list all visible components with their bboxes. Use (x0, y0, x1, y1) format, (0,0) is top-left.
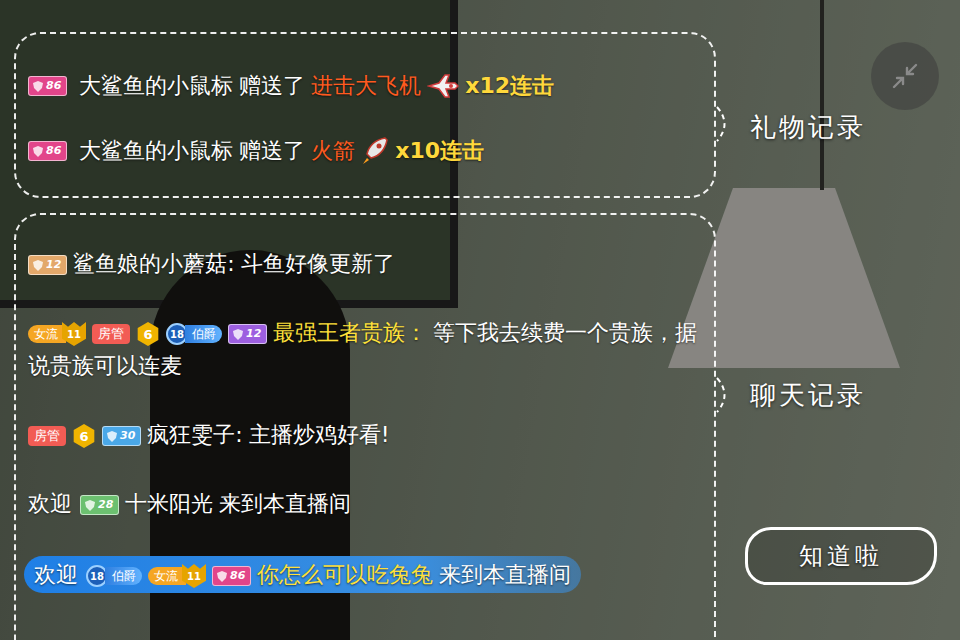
gift-name: 火箭 (311, 136, 355, 166)
pointer-chevron-icon (714, 104, 736, 144)
noble-badge: 18伯爵 (86, 565, 142, 587)
streamer-badge: 女流11 (148, 564, 206, 588)
pointer-chevron-icon (714, 375, 736, 415)
welcome-suffix: 来到本直播间 (219, 491, 351, 516)
noble-badge: 18伯爵 (166, 323, 222, 345)
welcome-prefix: 欢迎 (34, 562, 78, 587)
chat-user[interactable]: 最强王者贵族： (273, 320, 427, 345)
fan-shield-icon (233, 329, 243, 340)
gift-name: 进击大飞机 (311, 71, 421, 101)
chat-user[interactable]: 鲨鱼娘的小蘑菇: (73, 251, 234, 276)
room-admin-badge: 房管 (28, 426, 66, 446)
fan-shield-icon (217, 571, 227, 582)
chat-message: 女流11房管618伯爵12最强王者贵族：等下我去续费一个贵族，据说贵族可以连麦 (28, 316, 702, 382)
plane-icon (427, 73, 459, 99)
gift-verb: 赠送了 (239, 136, 305, 166)
collapse-button[interactable] (871, 42, 939, 110)
welcome-prefix: 欢迎 (28, 491, 72, 516)
gift-log-box: 86大鲨鱼的小鼠标赠送了进击大飞机x12连击86大鲨鱼的小鼠标赠送了火箭x10连… (14, 32, 716, 198)
chat-user[interactable]: 十米阳光 (125, 491, 213, 516)
fan-badge: 86 (28, 141, 67, 161)
chat-log-box: 12鲨鱼娘的小蘑菇:斗鱼好像更新了女流11房管618伯爵12最强王者贵族：等下我… (14, 213, 716, 640)
fan-badge: 86 (28, 76, 67, 96)
gift-record: 86 大鲨鱼的小鼠标赠送了火箭 x10连击 (28, 136, 702, 166)
gift-user: 大鲨鱼的小鼠标 (79, 71, 233, 101)
gift-user: 大鲨鱼的小鼠标 (79, 136, 233, 166)
fan-badge: 12 (28, 255, 67, 275)
fan-shield-icon (33, 146, 43, 157)
chat-text: 主播炒鸡好看! (249, 422, 390, 447)
fan-shield-icon (85, 500, 95, 511)
chat-message: 欢迎 28 十米阳光来到本直播间 (28, 487, 702, 520)
gift-record: 86 大鲨鱼的小鼠标赠送了进击大飞机 x12连击 (28, 71, 702, 101)
gift-combo: x10连击 (395, 136, 484, 166)
fan-shield-icon (33, 260, 43, 271)
dismiss-button[interactable]: 知道啦 (745, 527, 937, 585)
fan-shield-icon (33, 81, 43, 92)
room-admin-badge: 房管 (92, 324, 130, 344)
chat-message: 12 鲨鱼娘的小蘑菇: 斗鱼好像更新了 (28, 247, 702, 280)
fan-badge: 30 (102, 426, 141, 446)
streamer-badge: 女流11 (28, 322, 86, 346)
chat-message: 房管 6 30 疯狂雯子: 主播炒鸡好看! (28, 418, 702, 451)
chat-message: 欢迎 18伯爵女流11 86 你怎么可以吃兔兔来到本直播间 (24, 556, 581, 593)
rocket-icon (361, 136, 389, 166)
rank-badge: 6 (72, 424, 96, 448)
fan-shield-icon (107, 431, 117, 442)
chat-log-label: 聊天记录 (750, 380, 866, 410)
collapse-arrows-icon (890, 61, 920, 91)
stream-tutorial-screen: 86大鲨鱼的小鼠标赠送了进击大飞机x12连击86大鲨鱼的小鼠标赠送了火箭x10连… (0, 0, 960, 640)
rank-badge: 6 (136, 322, 160, 346)
gift-verb: 赠送了 (239, 71, 305, 101)
welcome-suffix: 来到本直播间 (439, 562, 571, 587)
chat-text: 斗鱼好像更新了 (241, 251, 395, 276)
fan-badge: 86 (212, 566, 251, 586)
chat-user[interactable]: 你怎么可以吃兔兔 (257, 562, 433, 587)
gift-combo: x12连击 (465, 71, 554, 101)
fan-badge: 28 (80, 495, 119, 515)
chat-user[interactable]: 疯狂雯子: (147, 422, 242, 447)
gift-log-label: 礼物记录 (750, 112, 866, 142)
fan-badge: 12 (228, 324, 267, 344)
